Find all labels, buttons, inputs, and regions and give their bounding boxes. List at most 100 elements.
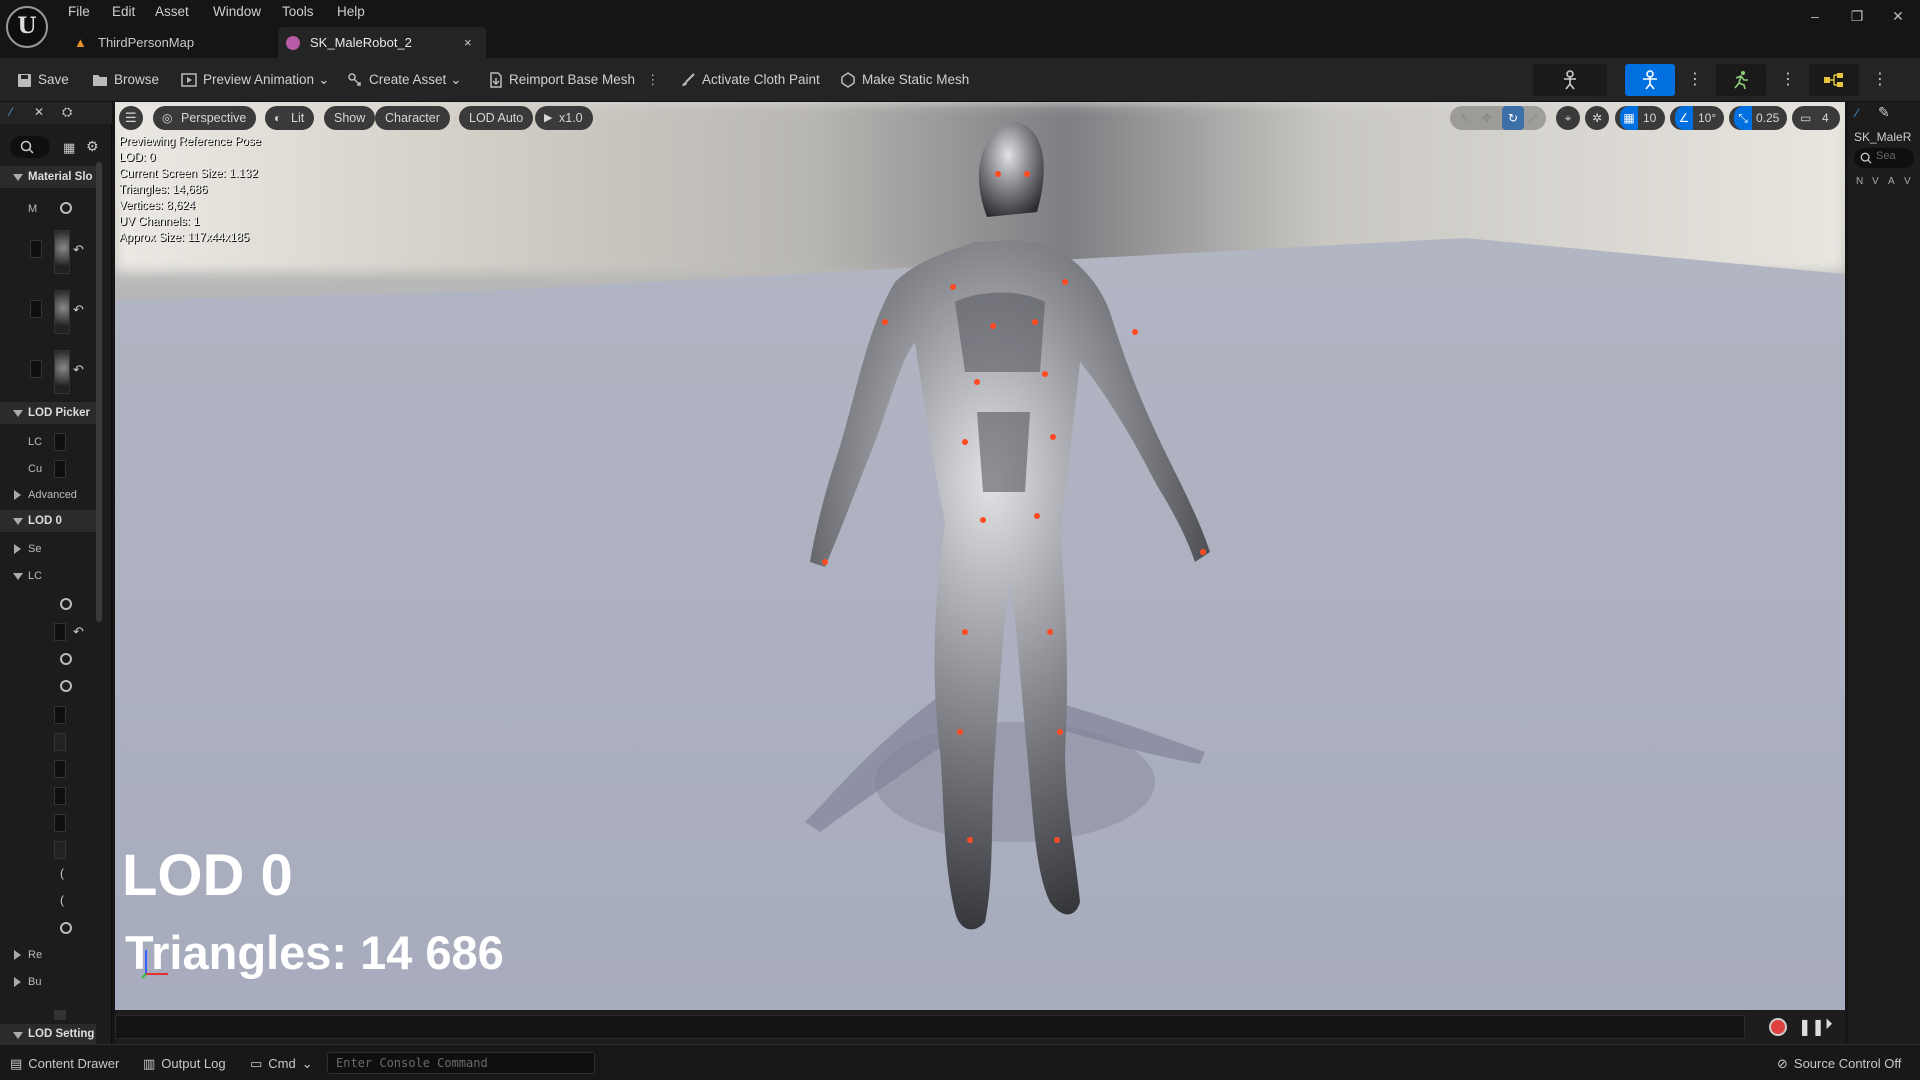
property-checkbox[interactable]: [54, 760, 66, 778]
timeline-track[interactable]: [115, 1015, 1745, 1039]
tab-third-person-map[interactable]: ▲ ThirdPersonMap: [68, 27, 278, 58]
create-asset-dropdown[interactable]: Create Asset ⌄: [347, 68, 462, 92]
search-box[interactable]: [10, 136, 50, 158]
scrollbar-thumb[interactable]: [96, 162, 102, 622]
animation-editor-button[interactable]: [1716, 64, 1766, 96]
section-reduction[interactable]: Re: [0, 944, 96, 966]
section-build-settings[interactable]: Bu: [0, 971, 96, 993]
scale-snap-toggle[interactable]: ⤡ 0.25: [1729, 106, 1787, 130]
menu-window[interactable]: Window: [213, 2, 261, 22]
blueprint-options-icon[interactable]: ⋮: [1872, 68, 1888, 92]
tab-close-icon[interactable]: ×: [464, 27, 472, 58]
rotate-tool-icon[interactable]: ↻: [1502, 106, 1524, 130]
section-sections[interactable]: Se: [0, 538, 96, 560]
chevron-down-icon: ⌄: [301, 1056, 313, 1071]
revert-icon[interactable]: ↶: [73, 362, 84, 378]
column-headers: N V A V: [1856, 176, 1911, 187]
grid-snap-toggle[interactable]: ▦ 10: [1615, 106, 1665, 130]
menu-tools[interactable]: Tools: [282, 2, 314, 22]
menu-help[interactable]: Help: [337, 2, 365, 22]
section-lod-picker[interactable]: LOD Picker: [0, 402, 96, 424]
mesh-options-icon[interactable]: ⋮: [1687, 68, 1703, 92]
property-checkbox[interactable]: [54, 787, 66, 805]
property-checkbox[interactable]: [54, 1010, 66, 1020]
reset-icon[interactable]: [60, 598, 72, 610]
tab-sk-male-robot[interactable]: SK_MaleRobot_2 ×: [278, 27, 486, 58]
pause-button[interactable]: ❚❚: [1798, 1017, 1825, 1037]
close-tab-icon[interactable]: ✕: [34, 105, 44, 119]
lod-dropdown[interactable]: [54, 433, 66, 451]
section-material-slots[interactable]: Material Slo: [0, 166, 96, 188]
surface-snap-icon[interactable]: ✲: [1585, 106, 1609, 130]
activate-cloth-paint-button[interactable]: Activate Cloth Paint: [680, 68, 820, 92]
menu-edit[interactable]: Edit: [112, 2, 135, 22]
lod-auto-button[interactable]: LOD Auto: [459, 106, 534, 130]
cmd-dropdown[interactable]: ▭ Cmd ⌄: [250, 1054, 313, 1074]
reset-icon[interactable]: (: [60, 866, 64, 880]
restore-button[interactable]: ❐: [1845, 6, 1869, 26]
scale-tool-icon[interactable]: ⤢: [1528, 106, 1538, 130]
reset-icon[interactable]: [60, 653, 72, 665]
character-button[interactable]: Character: [375, 106, 450, 130]
source-control-button[interactable]: ⊘ Source Control Off: [1777, 1054, 1901, 1074]
property-checkbox[interactable]: [54, 706, 66, 724]
make-static-mesh-button[interactable]: Make Static Mesh: [840, 68, 969, 92]
section-lod-info[interactable]: LC: [0, 565, 96, 587]
material-thumbnail[interactable]: [54, 230, 70, 274]
revert-icon[interactable]: ↶: [73, 242, 84, 258]
step-forward-button[interactable]: ⏵: [1825, 1016, 1833, 1033]
table-view-icon[interactable]: ▦: [63, 140, 75, 156]
minimize-button[interactable]: –: [1803, 6, 1827, 26]
blueprint-editor-button[interactable]: [1809, 64, 1859, 96]
menu-asset[interactable]: Asset: [155, 2, 189, 22]
move-tool-icon[interactable]: ✥: [1482, 106, 1492, 130]
playback-speed-button[interactable]: ▶ x1.0: [535, 106, 593, 130]
bone-search-input[interactable]: Sea: [1854, 148, 1914, 168]
details-tab-icon[interactable]: ⁄: [10, 105, 12, 119]
property-checkbox[interactable]: [54, 814, 66, 832]
perspective-button[interactable]: ◎ Perspective: [153, 106, 257, 130]
preview-viewport[interactable]: ☰ ◎ Perspective ◐ Lit Show Character LOD A…: [115, 102, 1845, 1010]
unreal-logo-icon[interactable]: U: [6, 6, 48, 48]
preview-settings-icon[interactable]: ⛭: [62, 104, 72, 120]
console-input[interactable]: Enter Console Command: [327, 1052, 595, 1074]
menu-file[interactable]: File: [68, 2, 90, 22]
mesh-editor-button[interactable]: [1625, 64, 1675, 96]
property-checkbox[interactable]: [54, 733, 66, 751]
content-drawer-button[interactable]: ▤ Content Drawer: [10, 1054, 119, 1074]
settings-gear-icon[interactable]: ⚙: [86, 138, 99, 155]
show-button[interactable]: Show: [324, 106, 376, 130]
reimport-options-icon[interactable]: ⋮: [646, 68, 660, 92]
close-window-button[interactable]: ✕: [1886, 6, 1910, 26]
select-tool-icon[interactable]: ↖: [1460, 106, 1470, 130]
reset-icon[interactable]: [60, 680, 72, 692]
world-local-icon[interactable]: ⌖: [1556, 106, 1580, 130]
reset-icon[interactable]: [60, 922, 72, 934]
custom-lod-checkbox[interactable]: [54, 460, 66, 478]
skeleton-tree-tab-icon[interactable]: ⁄: [1856, 106, 1858, 120]
reimport-base-mesh-button[interactable]: Reimport Base Mesh: [489, 68, 635, 92]
camera-speed-button[interactable]: ▭ 4: [1792, 106, 1840, 130]
revert-icon[interactable]: ↶: [73, 624, 84, 640]
output-log-button[interactable]: ▥ Output Log: [143, 1054, 226, 1074]
revert-icon[interactable]: ↶: [73, 302, 84, 318]
save-button[interactable]: Save: [17, 68, 69, 92]
section-lod-0[interactable]: LOD 0: [0, 510, 96, 532]
preview-animation-dropdown[interactable]: Preview Animation ⌄: [181, 68, 329, 92]
lit-mode-button[interactable]: ◐ Lit: [265, 106, 315, 130]
property-checkbox[interactable]: [54, 841, 66, 859]
material-thumbnail[interactable]: [54, 350, 70, 394]
skeleton-editor-button[interactable]: [1533, 64, 1607, 96]
property-checkbox[interactable]: [54, 623, 66, 641]
rotation-snap-toggle[interactable]: ∠ 10°: [1670, 106, 1724, 130]
animation-options-icon[interactable]: ⋮: [1780, 68, 1796, 92]
material-thumbnail[interactable]: [54, 290, 70, 334]
edit-icon[interactable]: ✎: [1878, 104, 1890, 121]
viewport-menu-button[interactable]: ☰: [119, 106, 143, 130]
reset-icon[interactable]: (: [60, 893, 64, 907]
section-lod-settings[interactable]: LOD Setting: [0, 1024, 96, 1044]
browse-button[interactable]: Browse: [92, 68, 159, 92]
add-slot-icon[interactable]: [60, 202, 72, 214]
record-button[interactable]: [1769, 1018, 1787, 1036]
section-advanced[interactable]: Advanced: [0, 484, 96, 506]
